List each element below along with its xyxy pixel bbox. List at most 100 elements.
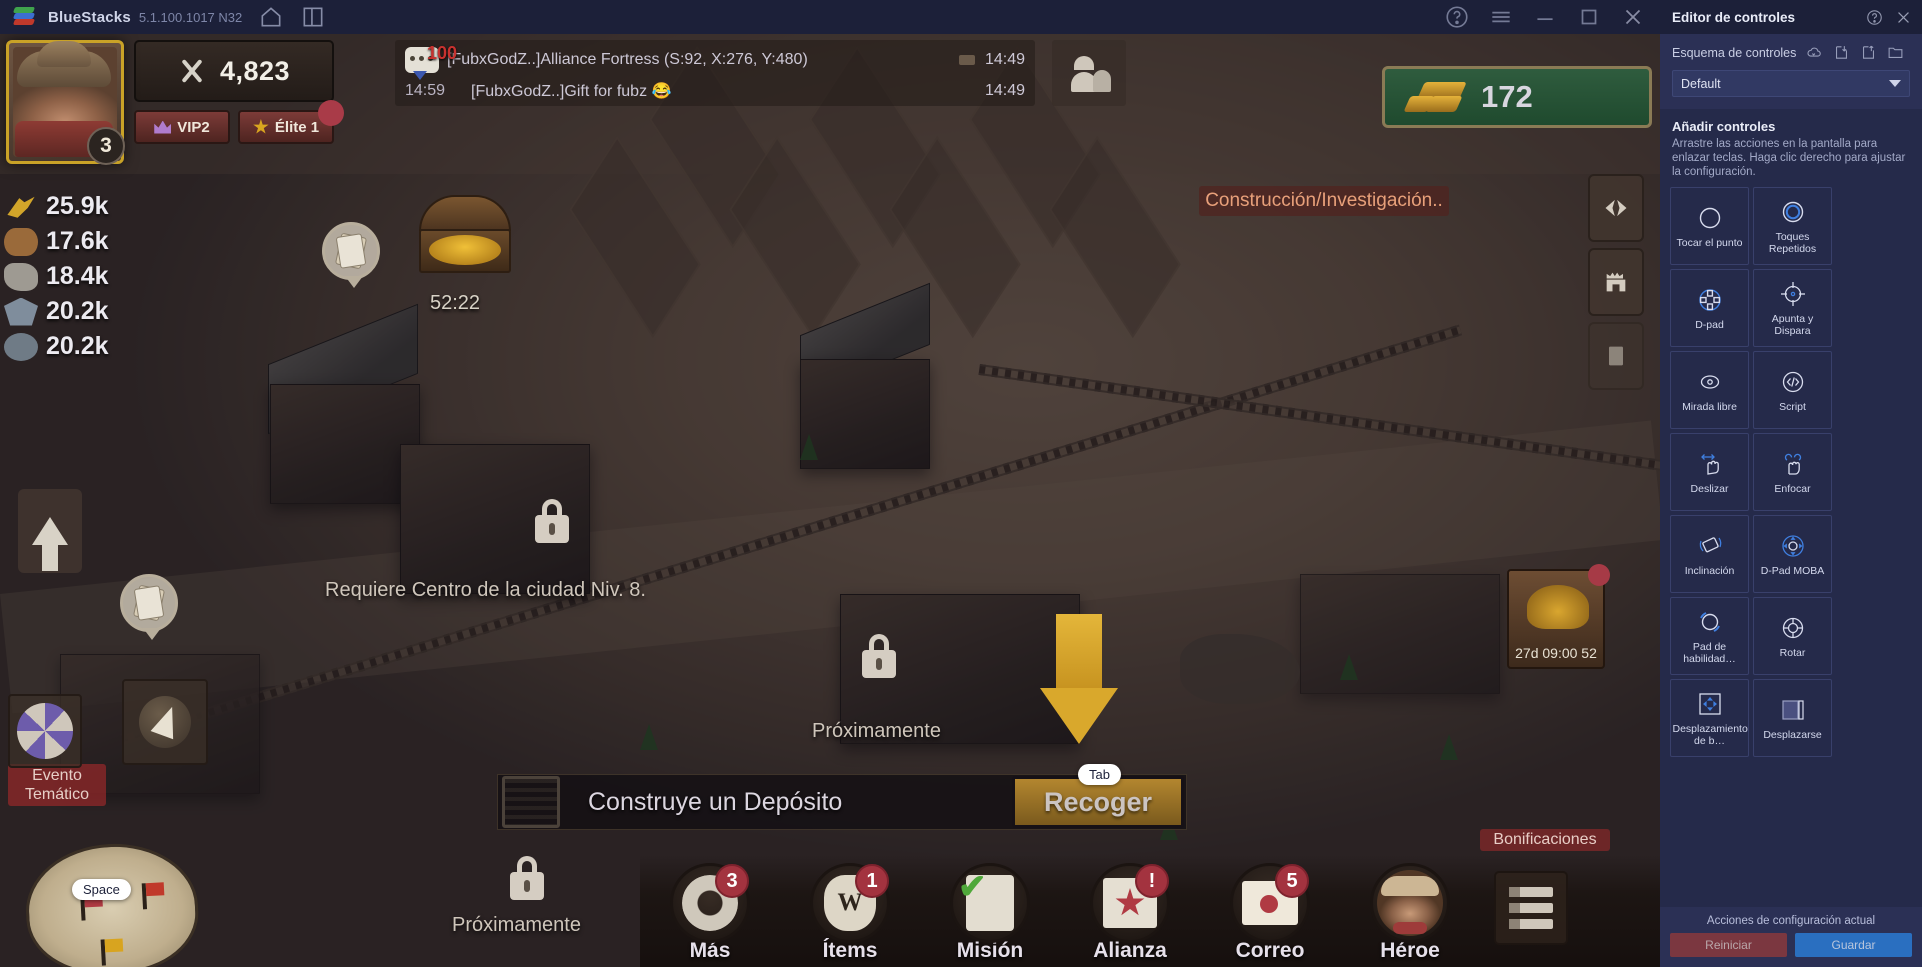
nav-circle[interactable]: !: [1090, 863, 1170, 943]
control-tool-grid: Tocar el punto Toques Repetidos D-pad Ap…: [1660, 179, 1922, 757]
nav-item-mision[interactable]: Misión: [920, 863, 1060, 963]
tool-aim-shoot[interactable]: Apunta y Dispara: [1753, 269, 1832, 347]
card-collectible-bubble[interactable]: [120, 574, 178, 640]
stone-icon: [4, 262, 38, 291]
tool-scrollbar[interactable]: Desplazarse: [1753, 679, 1832, 757]
nav-circle[interactable]: W 1: [810, 863, 890, 943]
people-icon: [1067, 54, 1111, 92]
tool-swipe[interactable]: Deslizar: [1670, 433, 1749, 511]
event-wheel-button[interactable]: [8, 694, 82, 768]
world-map-button[interactable]: [22, 839, 202, 967]
chat-banner[interactable]: 100 [FubxGodZ..]Alliance Fortress (S:92,…: [395, 40, 1035, 106]
save-button[interactable]: Guardar: [1795, 933, 1912, 957]
tool-tap-spot[interactable]: Tocar el punto: [1670, 187, 1749, 265]
resource-row[interactable]: 20.2k: [4, 329, 204, 364]
avatar[interactable]: 3: [6, 40, 125, 165]
minimize-icon[interactable]: [1532, 4, 1558, 30]
notification-dot: [318, 100, 344, 126]
zoom-focus-icon: [1778, 449, 1808, 479]
export-icon[interactable]: [1860, 44, 1877, 61]
pointer-globe-button[interactable]: [122, 679, 208, 765]
building[interactable]: [800, 359, 930, 469]
event-timer-card[interactable]: 27d 09:00 52: [1507, 564, 1610, 669]
nav-circle[interactable]: [1370, 863, 1450, 943]
gold-value: 172: [1481, 79, 1533, 114]
chat-row[interactable]: 100 [FubxGodZ..]Alliance Fortress (S:92,…: [405, 43, 1025, 80]
resource-row[interactable]: 18.4k: [4, 259, 204, 294]
tool-dpad[interactable]: D-pad: [1670, 269, 1749, 347]
tool-rotate[interactable]: Rotar: [1753, 597, 1832, 675]
teleport-button[interactable]: [1588, 174, 1644, 242]
chat-row[interactable]: 14:59 [FubxGodZ..]Gift for fubz 😂 14:49: [405, 75, 1025, 106]
menu-list-button[interactable]: [1494, 871, 1568, 945]
list-row-icon: [1509, 887, 1553, 897]
tool-label: Mirada libre: [1682, 401, 1737, 413]
arrow-diamond-icon: [1605, 199, 1627, 217]
nav-badge: !: [1135, 864, 1169, 898]
gold-pile-icon: [1527, 585, 1589, 629]
player-panel[interactable]: 3 4,823 VIP2 Élite 1: [6, 40, 344, 165]
nav-circle[interactable]: [950, 863, 1030, 943]
chat-time: 14:49: [984, 50, 1025, 68]
tool-dpad-moba[interactable]: D-Pad MOBA: [1753, 515, 1832, 593]
tool-zoom-focus[interactable]: Enfocar: [1753, 433, 1832, 511]
add-controls-title: Añadir controles: [1672, 119, 1776, 134]
close-icon[interactable]: [1620, 4, 1646, 30]
nav-circle[interactable]: 5: [1230, 863, 1310, 943]
tool-script[interactable]: Script: [1753, 351, 1832, 429]
nav-item-heroe[interactable]: Héroe: [1340, 863, 1480, 963]
vip-badge[interactable]: VIP2: [134, 110, 230, 144]
treasure-chest[interactable]: [415, 189, 515, 281]
resource-row[interactable]: 17.6k: [4, 224, 204, 259]
help-icon[interactable]: [1444, 4, 1470, 30]
building[interactable]: [270, 384, 420, 504]
nav-item-mas[interactable]: 3 Más: [640, 863, 780, 963]
import-icon[interactable]: [1833, 44, 1850, 61]
upgrade-arrow-button[interactable]: [18, 489, 82, 573]
menu-icon[interactable]: [1488, 4, 1514, 30]
close-icon[interactable]: [1895, 9, 1912, 26]
tool-repeated-tap[interactable]: Toques Repetidos: [1753, 187, 1832, 265]
folder-icon[interactable]: [1887, 44, 1904, 61]
city-view-button[interactable]: [1588, 248, 1644, 316]
game-viewport[interactable]: 3 4,823 VIP2 Élite 1 25.9k 17.6k 18.4k 2…: [0, 34, 1660, 967]
cloud-sync-icon[interactable]: [1806, 44, 1823, 61]
power-bar[interactable]: 4,823: [134, 40, 334, 102]
book-button[interactable]: [1588, 322, 1644, 390]
editor-header: Editor de controles: [1660, 0, 1922, 34]
keytag-space[interactable]: Space: [72, 879, 131, 900]
controls-editor-panel: Editor de controles Esquema de controles: [1660, 0, 1922, 967]
resource-row[interactable]: 25.9k: [4, 189, 204, 224]
card-collectible-bubble[interactable]: [322, 222, 380, 288]
tool-tilt[interactable]: Inclinación: [1670, 515, 1749, 593]
themed-event-label[interactable]: Evento Temático: [8, 764, 106, 806]
tool-label: D-pad: [1695, 319, 1724, 331]
repeated-tap-icon: [1778, 197, 1808, 227]
nav-item-alianza[interactable]: ! Alianza: [1060, 863, 1200, 963]
tool-free-look[interactable]: Mirada libre: [1670, 351, 1749, 429]
multi-instance-icon[interactable]: [300, 4, 326, 30]
tree: [800, 434, 818, 460]
nav-item-correo[interactable]: 5 Correo: [1200, 863, 1340, 963]
home-icon[interactable]: [258, 4, 284, 30]
alliance-members-button[interactable]: [1052, 40, 1126, 106]
wheat-icon: [7, 196, 35, 218]
help-circle-icon[interactable]: [1866, 9, 1883, 26]
tool-scroll-pad[interactable]: Desplazamiento de b…: [1670, 679, 1749, 757]
tool-label: Apunta y Dispara: [1771, 313, 1814, 337]
tool-skill-pad[interactable]: Pad de habilidad…: [1670, 597, 1749, 675]
nav-circle[interactable]: 3: [670, 863, 750, 943]
chat-time-left: 14:59: [405, 81, 446, 99]
gold-counter[interactable]: 172: [1382, 66, 1652, 128]
control-scheme-select[interactable]: Default: [1672, 70, 1910, 97]
reset-button[interactable]: Reiniciar: [1670, 933, 1787, 957]
building[interactable]: [1300, 574, 1500, 694]
bonuses-label[interactable]: Bonificaciones: [1480, 829, 1610, 851]
chevron-down-icon: [1889, 80, 1901, 87]
nav-item-items[interactable]: W 1 Ítems: [780, 863, 920, 963]
construction-research-label[interactable]: Construcción/Investigación..: [1199, 186, 1449, 216]
keytag-tab[interactable]: Tab: [1078, 764, 1121, 785]
player-level: 3: [87, 127, 125, 165]
resource-row[interactable]: 20.2k: [4, 294, 204, 329]
maximize-icon[interactable]: [1576, 4, 1602, 30]
